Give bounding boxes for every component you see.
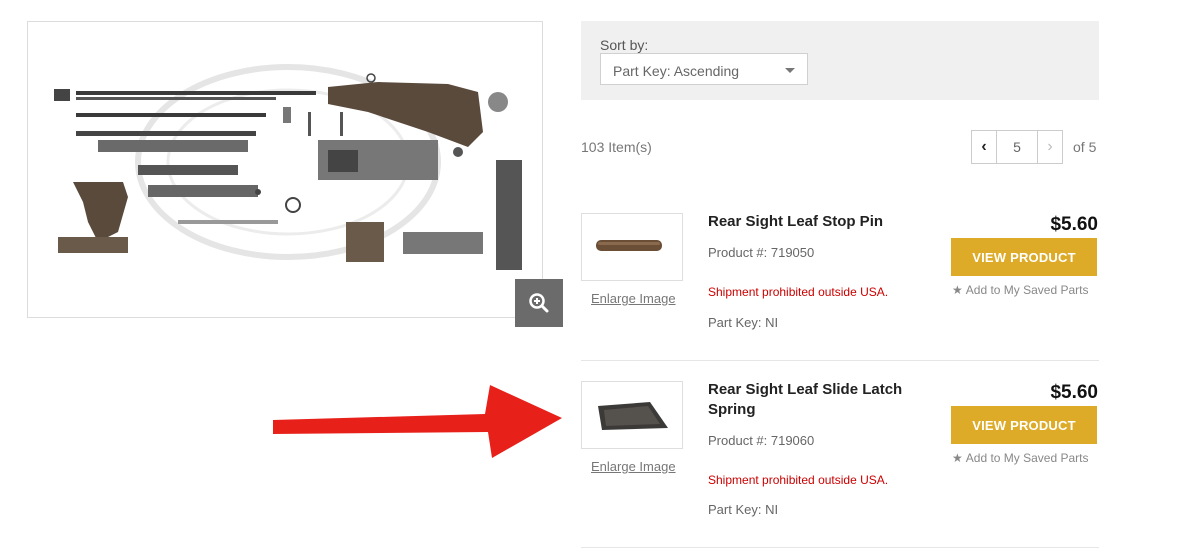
chevron-right-icon: › bbox=[1047, 138, 1053, 155]
sort-selected-value: Part Key: Ascending bbox=[613, 63, 740, 79]
items-count: 103 Item(s) bbox=[581, 139, 652, 155]
page-number-input[interactable]: 5 bbox=[997, 130, 1037, 164]
product-thumbnail[interactable] bbox=[581, 213, 683, 281]
next-page-button[interactable]: › bbox=[1037, 130, 1063, 164]
sort-bar: Sort by: Part Key: Ascending bbox=[581, 21, 1099, 100]
shipping-warning: Shipment prohibited outside USA. bbox=[708, 285, 889, 299]
page-total: of 5 bbox=[1073, 139, 1097, 155]
caret-down-icon bbox=[785, 68, 795, 73]
product-thumbnail[interactable] bbox=[581, 381, 683, 449]
parts-schematic-image[interactable] bbox=[27, 21, 543, 318]
red-pointer-arrow bbox=[273, 385, 562, 458]
add-to-saved-parts-link[interactable]: ★ Add to My Saved Parts bbox=[952, 451, 1089, 465]
pagination: ‹ 5 › bbox=[971, 130, 1063, 164]
product-price: $5.60 bbox=[1050, 382, 1098, 403]
row-divider bbox=[581, 360, 1099, 361]
sort-select[interactable]: Part Key: Ascending bbox=[600, 53, 808, 85]
prev-page-button[interactable]: ‹ bbox=[971, 130, 997, 164]
zoom-button[interactable] bbox=[515, 279, 563, 327]
product-title[interactable]: Rear Sight Leaf Slide Latch Spring bbox=[708, 380, 918, 420]
row-divider bbox=[581, 547, 1099, 548]
save-link-label: Add to My Saved Parts bbox=[965, 451, 1089, 465]
star-icon: ★ bbox=[952, 451, 963, 465]
stop-pin-image bbox=[596, 240, 662, 251]
enlarge-image-link[interactable]: Enlarge Image bbox=[591, 291, 676, 306]
chevron-left-icon: ‹ bbox=[981, 138, 987, 155]
add-to-saved-parts-link[interactable]: ★ Add to My Saved Parts bbox=[952, 283, 1089, 297]
part-key: Part Key: NI bbox=[708, 315, 779, 330]
schematic-drawing bbox=[54, 64, 522, 270]
product-price: $5.60 bbox=[1050, 214, 1098, 235]
product-number: Product #: 719060 bbox=[708, 433, 815, 448]
zoom-in-icon bbox=[529, 293, 549, 313]
part-key: Part Key: NI bbox=[708, 502, 779, 517]
latch-spring-image bbox=[598, 402, 668, 430]
view-product-button[interactable]: VIEW PRODUCT bbox=[951, 238, 1097, 276]
star-icon: ★ bbox=[952, 283, 963, 297]
enlarge-image-link[interactable]: Enlarge Image bbox=[591, 459, 676, 474]
sort-label: Sort by: bbox=[600, 37, 649, 53]
view-product-button[interactable]: VIEW PRODUCT bbox=[951, 406, 1097, 444]
product-title[interactable]: Rear Sight Leaf Stop Pin bbox=[708, 212, 918, 232]
shipping-warning: Shipment prohibited outside USA. bbox=[708, 473, 889, 487]
product-number: Product #: 719050 bbox=[708, 245, 815, 260]
save-link-label: Add to My Saved Parts bbox=[965, 283, 1089, 297]
